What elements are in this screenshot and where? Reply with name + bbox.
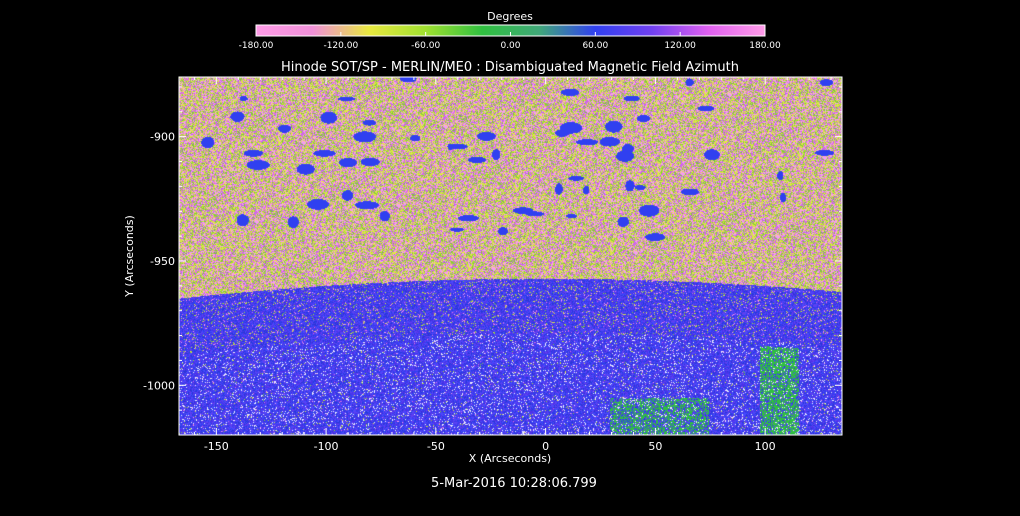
colorbar-tick-label: -120.00: [323, 41, 358, 51]
figure-svg: Degrees -180.00 -120.00 -60.00 0.00 60.00 120…: [123, 10, 843, 491]
colorbar-tick-label: -180.00: [239, 41, 274, 51]
azimuth-map-image: [179, 77, 842, 435]
x-axis-label: X (Arcseconds): [469, 452, 551, 465]
azimuth-map: [179, 77, 842, 435]
x-tick-label: 100: [755, 440, 776, 453]
colorbar-tick-label: 60.00: [582, 41, 608, 51]
y-tick-label: -1000: [143, 379, 175, 392]
colorbar-tick-label: -60.00: [411, 41, 440, 51]
chart-title: Hinode SOT/SP - MERLIN/ME0 : Disambiguat…: [281, 60, 739, 75]
x-tick-label: -150: [204, 440, 229, 453]
y-axis-label: Y (Arcseconds): [123, 215, 136, 298]
x-tick-label: -50: [427, 440, 445, 453]
x-tick-label: 50: [648, 440, 662, 453]
colorbar-tick-label: 180.00: [749, 41, 781, 51]
y-tick-label: -950: [150, 255, 175, 268]
colorbar-tick-label: 0.00: [500, 41, 520, 51]
timestamp: 5-Mar-2016 10:28:06.799: [431, 476, 597, 491]
y-tick-label: -900: [150, 131, 175, 144]
colorbar-tick-label: 120.00: [664, 41, 696, 51]
x-tick-label: -100: [314, 440, 339, 453]
colorbar-label: Degrees: [487, 10, 533, 23]
chart-figure: Degrees -180.00 -120.00 -60.00 0.00 60.00 120…: [0, 0, 1020, 512]
